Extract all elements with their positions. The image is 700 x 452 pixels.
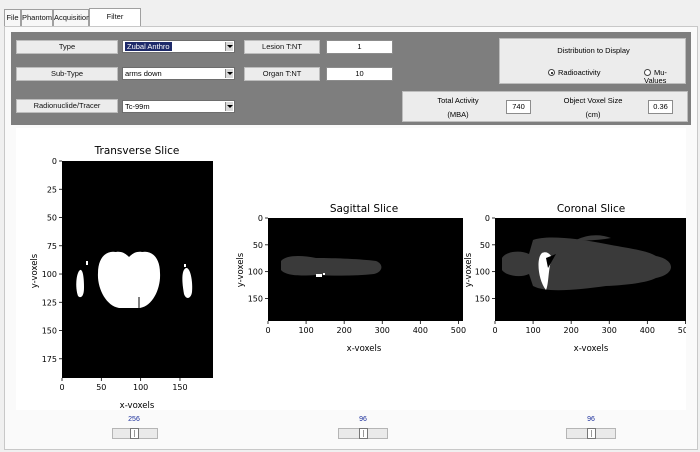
distribution-group: Distribution to Display Radioactivity Mu… [499,38,686,85]
transverse-x-tick-label: 150 [172,383,187,392]
coronal-y-tick-label: 50 [480,241,490,250]
transverse-plot: Transverse Slice y-voxels x-voxels 0 50 10… [30,145,213,410]
tab-bar: File Phantom Acquisition Filter Projecti… [0,0,700,36]
sagittal-xlabel: x-voxels [347,344,382,354]
transverse-yticks: 0 25 50 75 100 125 150 175 [42,157,62,364]
coronal-yticks: 0 50 100 150 [475,214,495,303]
slice-figure: Transverse Slice y-voxels x-voxels 0 50 10… [16,128,686,410]
organ-label: Organ T:NT [244,67,320,81]
radionuclide-select-value: Tc-99m [125,102,150,111]
transverse-y-tick-label: 75 [47,242,57,251]
type-select[interactable]: Zubal Anthro [122,40,235,53]
coronal-x-tick-label: 500 [678,326,686,335]
chevron-down-icon[interactable] [225,102,233,111]
lesion-label: Lesion T:NT [244,40,320,54]
coronal-x-tick-label: 300 [602,326,617,335]
coronal-slice-slider[interactable] [566,428,616,439]
slider-thumb[interactable] [587,428,596,439]
activity-group: Total Activity (MBA) 740 Object Voxel Si… [402,91,688,122]
organ-field[interactable]: 10 [326,67,393,81]
coronal-x-tick-label: 0 [492,326,497,335]
coronal-plot: Coronal Slice y-voxels x-voxels 0 100 200 3… [464,203,686,354]
voxel-size-label: Object Voxel Size [563,96,623,105]
sagittal-slider-value: 96 [359,416,367,423]
transverse-xlabel: x-voxels [120,401,155,410]
transverse-y-tick-label: 125 [42,298,57,307]
coronal-x-tick-label: 100 [525,326,540,335]
subtype-select-value: arms down [125,69,162,78]
transverse-x-tick-label: 100 [133,383,148,392]
sagittal-slice-slider[interactable] [338,428,388,439]
radio-radioactivity[interactable]: Radioactivity [548,69,601,77]
coronal-title: Coronal Slice [557,203,625,215]
total-activity-unit: (MBA) [447,110,469,119]
radionuclide-select[interactable]: Tc-99m [122,100,235,113]
transverse-x-tick-label: 0 [59,383,64,392]
radio-unselected-icon [644,69,651,76]
sagittal-x-tick-label: 200 [337,326,352,335]
coronal-slider-value: 96 [587,416,595,423]
radio-mu-values[interactable]: Mu-Values [644,69,685,85]
transverse-ylabel: y-voxels [30,253,40,288]
sagittal-y-tick-label: 100 [248,268,263,277]
sagittal-x-tick-label: 500 [451,326,466,335]
type-label: Type [16,40,118,54]
coronal-y-tick-label: 100 [475,268,490,277]
transverse-y-tick-label: 50 [47,214,57,223]
coronal-xticks: 0 100 200 300 400 500 [492,321,686,335]
subtype-select[interactable]: arms down [122,67,235,80]
coronal-xlabel: x-voxels [574,344,609,354]
coronal-y-tick-label: 0 [485,214,490,223]
radio-selected-icon [548,69,555,76]
transverse-y-tick-label: 100 [42,270,57,279]
tab-acquisition[interactable]: Acquisition [53,9,90,26]
transverse-slider-value: 256 [128,416,140,423]
sagittal-y-tick-label: 0 [258,214,263,223]
tab-file[interactable]: File [4,9,21,26]
chevron-down-icon[interactable] [225,42,233,51]
total-activity-field[interactable]: 740 [506,100,531,114]
sagittal-x-tick-label: 400 [413,326,428,335]
radio-radioactivity-label: Radioactivity [558,68,601,77]
transverse-y-tick-label: 175 [42,355,57,364]
sagittal-plot: Sagittal Slice y-voxels x-voxels 0 100 200… [236,203,466,354]
coronal-x-tick-label: 200 [564,326,579,335]
lesion-field[interactable]: 1 [326,40,393,54]
sagittal-x-tick-label: 300 [375,326,390,335]
sagittal-y-tick-label: 50 [253,241,263,250]
tab-filter-projections[interactable]: Filter Projections [89,8,141,36]
distribution-title: Distribution to Display [557,46,630,55]
transverse-slice-slider[interactable] [112,428,158,439]
transverse-x-tick-label: 50 [96,383,106,392]
voxel-size-unit: (cm) [585,110,601,119]
sagittal-yticks: 0 50 100 150 [248,214,268,303]
transverse-y-tick-label: 25 [47,185,57,194]
sagittal-ylabel: y-voxels [236,252,246,287]
sagittal-title: Sagittal Slice [330,203,398,215]
sagittal-x-tick-label: 0 [265,326,270,335]
radionuclide-label: Radionuclide/Tracer [16,99,118,113]
type-select-value: Zubal Anthro [125,42,172,51]
subtype-label: Sub-Type [16,67,118,81]
chevron-down-icon[interactable] [225,69,233,78]
coronal-y-tick-label: 150 [475,294,490,303]
transverse-title: Transverse Slice [94,145,180,157]
tab-phantom[interactable]: Phantom [21,9,53,26]
slider-thumb[interactable] [359,428,368,439]
coronal-ylabel: y-voxels [464,252,474,287]
transverse-y-tick-label: 150 [42,327,57,336]
sagittal-xticks: 0 100 200 300 400 500 [265,321,466,335]
sagittal-y-tick-label: 150 [248,294,263,303]
total-activity-label: Total Activity [437,96,479,105]
slider-thumb[interactable] [130,428,139,439]
sagittal-x-tick-label: 100 [298,326,313,335]
voxel-size-field[interactable]: 0.36 [648,100,673,114]
transverse-y-tick-label: 0 [52,157,57,166]
coronal-x-tick-label: 400 [640,326,655,335]
transverse-xticks: 0 50 100 150 [59,378,188,392]
